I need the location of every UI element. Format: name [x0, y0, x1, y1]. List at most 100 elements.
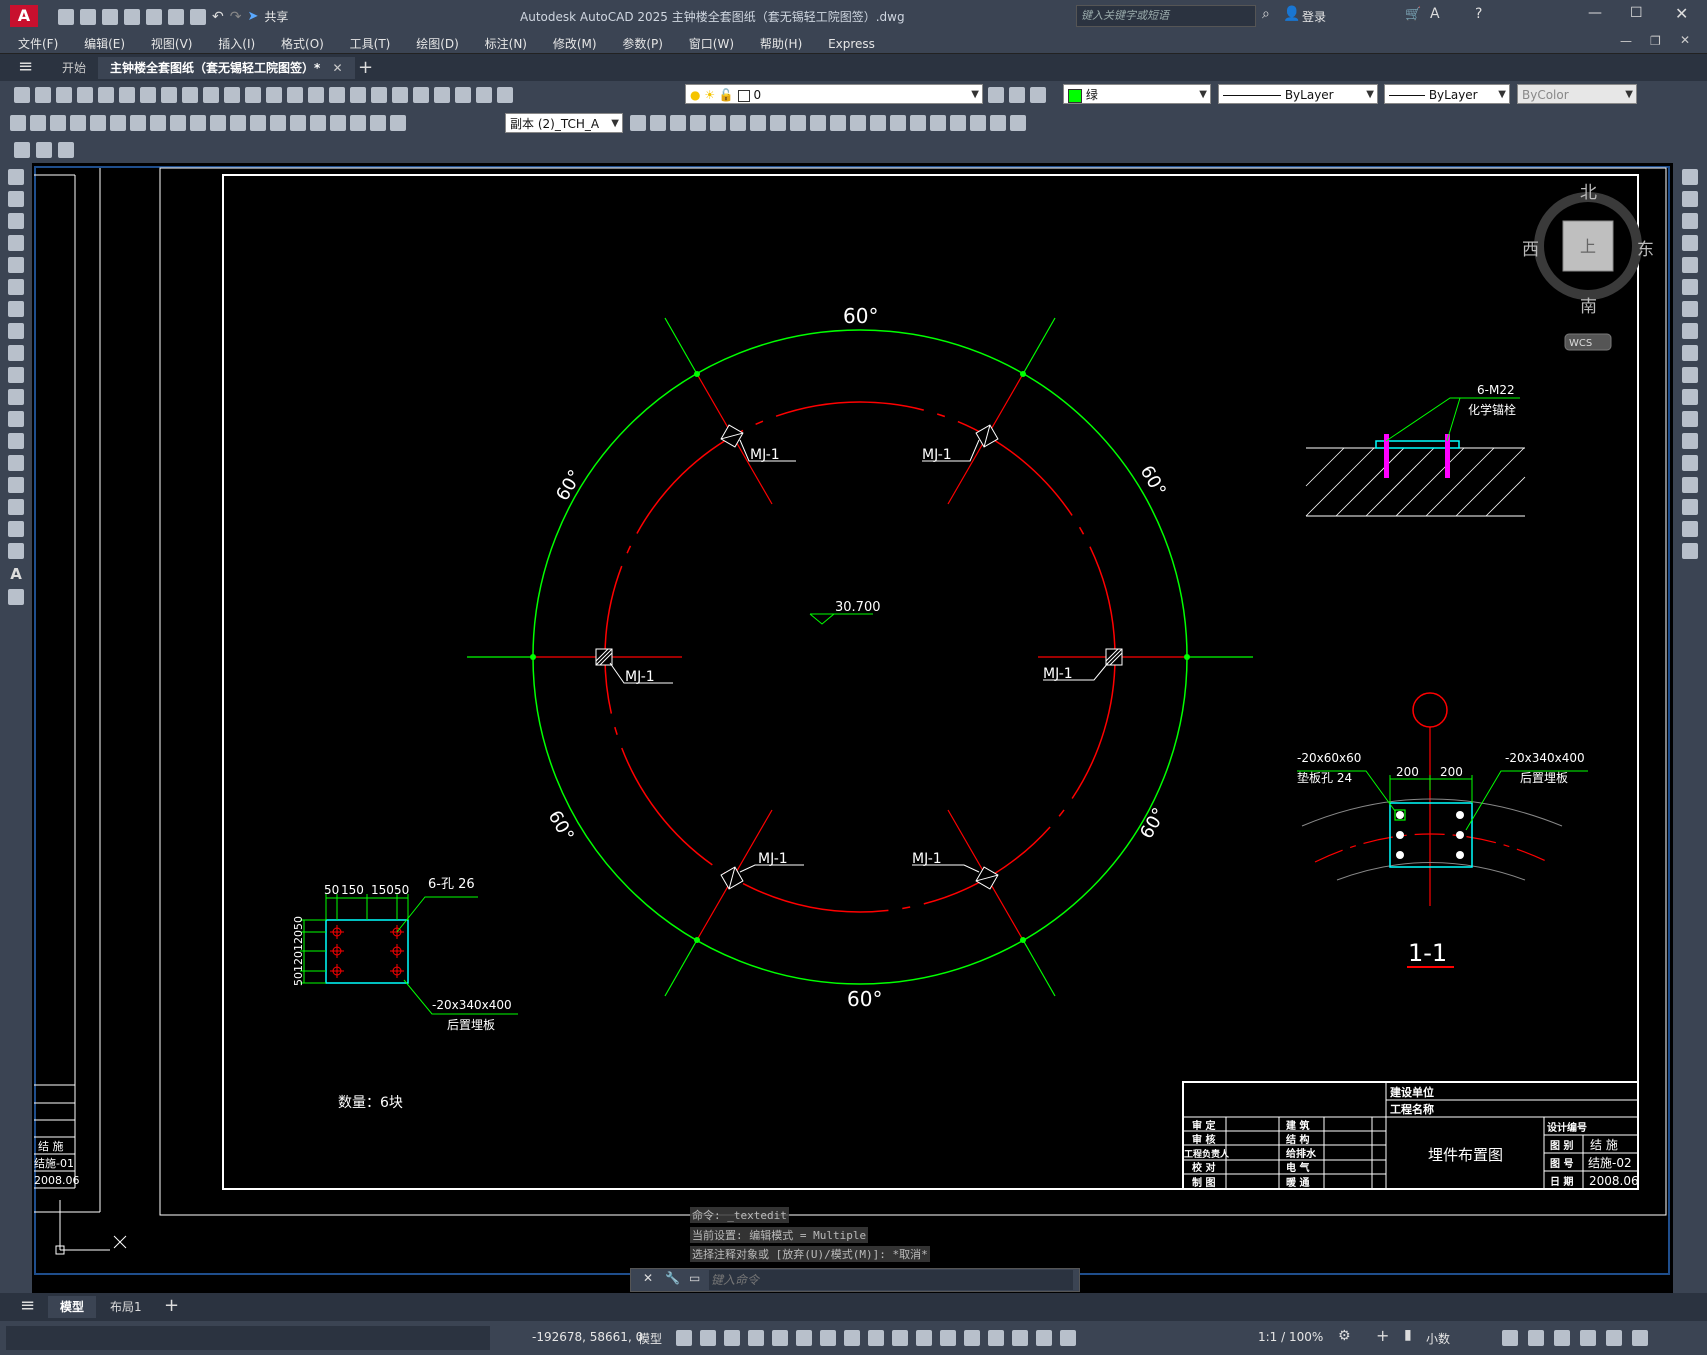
dim-radius-icon[interactable] [90, 115, 106, 131]
new-tab-icon[interactable]: + [358, 57, 373, 78]
infer-icon[interactable] [724, 1330, 740, 1346]
rectangle-icon[interactable] [8, 257, 24, 273]
plot-icon[interactable] [168, 8, 184, 25]
annotation-scale[interactable]: 1:1 / 100% [1258, 1330, 1323, 1344]
menu-express[interactable]: Express [828, 37, 875, 51]
share-button[interactable]: 共享 [264, 8, 288, 25]
tab-close-icon[interactable]: ✕ [332, 61, 342, 75]
doc-restore-icon[interactable]: ❐ [1650, 34, 1661, 48]
tolerance-icon[interactable] [270, 115, 286, 131]
zoom-icon[interactable] [308, 87, 324, 103]
drawing-canvas[interactable]: 结 施 结施-01 2008.06 MJ-1 MJ-1 MJ-1 MJ-1 MJ… [32, 163, 1673, 1300]
center-mark-icon[interactable] [290, 115, 306, 131]
isodraft-icon[interactable] [796, 1330, 812, 1346]
blend-icon[interactable] [1682, 521, 1698, 537]
ellipse-icon[interactable] [8, 367, 24, 383]
app-logo[interactable]: A [10, 5, 38, 27]
gear-icon[interactable]: ⚙ [1338, 1328, 1351, 1344]
modify-18-icon[interactable] [990, 115, 1006, 131]
osnap-icon[interactable] [844, 1330, 860, 1346]
modify-11-icon[interactable] [850, 115, 866, 131]
modify-5-icon[interactable] [730, 115, 746, 131]
tool-palette-icon[interactable] [413, 87, 429, 103]
save-as-icon[interactable] [124, 8, 140, 25]
modify-8-icon[interactable] [790, 115, 806, 131]
grid-icon[interactable] [676, 1330, 692, 1346]
cart-icon[interactable]: 🛒 [1405, 7, 1421, 22]
dim-edit-icon[interactable] [350, 115, 366, 131]
publish-icon[interactable] [146, 8, 162, 25]
dim-diameter-icon[interactable] [130, 115, 146, 131]
zoom-window-icon[interactable] [329, 87, 345, 103]
lock-ui-icon[interactable] [1528, 1330, 1544, 1346]
lineweight-combo[interactable]: ByLayer ▼ [1384, 84, 1510, 104]
lineweight-icon[interactable] [868, 1330, 884, 1346]
gradient-icon[interactable] [8, 499, 24, 515]
ortho-icon[interactable] [748, 1330, 764, 1346]
menu-format[interactable]: 格式(O) [281, 35, 324, 52]
selection-cycling-icon[interactable] [916, 1330, 932, 1346]
modify-10-icon[interactable] [830, 115, 846, 131]
graphics-perf-icon[interactable] [1580, 1330, 1596, 1346]
ellipse-arc-icon[interactable] [8, 389, 24, 405]
layer-state-icon[interactable] [1009, 87, 1025, 103]
region-icon[interactable] [8, 521, 24, 537]
model-space-button[interactable]: 模型 [638, 1330, 662, 1347]
misc-2-icon[interactable] [36, 142, 52, 158]
doc-close-icon[interactable]: ✕ [1680, 33, 1690, 47]
menu-insert[interactable]: 插入(I) [218, 35, 255, 52]
dim-aligned-icon[interactable] [30, 115, 46, 131]
copy-obj-icon[interactable] [1682, 191, 1698, 207]
hamburger-icon[interactable]: ≡ [18, 56, 33, 77]
modify-16-icon[interactable] [950, 115, 966, 131]
modify-3-icon[interactable] [690, 115, 706, 131]
table-icon[interactable] [8, 543, 24, 559]
mtext-icon[interactable]: A [8, 565, 24, 583]
inspect-icon[interactable] [310, 115, 326, 131]
misc-1-icon[interactable] [14, 142, 30, 158]
extend-icon[interactable] [1682, 389, 1698, 405]
isolate-icon[interactable] [1554, 1330, 1570, 1346]
modify-19-icon[interactable] [1010, 115, 1026, 131]
modify-2-icon[interactable] [670, 115, 686, 131]
command-wrench-icon[interactable]: 🔧 [665, 1271, 680, 1285]
qopen-icon[interactable] [35, 87, 51, 103]
scale-icon[interactable] [1682, 323, 1698, 339]
polyline-icon[interactable] [8, 213, 24, 229]
circle-icon[interactable] [8, 301, 24, 317]
dim-angular-icon[interactable] [150, 115, 166, 131]
redo-icon[interactable]: ↷ [230, 9, 242, 25]
hatch-icon[interactable] [8, 477, 24, 493]
3d-osnap-icon[interactable] [940, 1330, 956, 1346]
modify-13-icon[interactable] [890, 115, 906, 131]
maximize-icon[interactable]: ☐ [1630, 5, 1643, 21]
zoom-prev-icon[interactable] [350, 87, 366, 103]
minimize-icon[interactable]: — [1588, 5, 1602, 21]
menu-help[interactable]: 帮助(H) [760, 35, 802, 52]
dim-text-edit-icon[interactable] [370, 115, 386, 131]
join-icon[interactable] [1682, 455, 1698, 471]
viewcube-north[interactable]: 北 [1580, 183, 1597, 203]
login-button[interactable]: 登录 [1302, 8, 1326, 25]
qsave-icon[interactable] [56, 87, 72, 103]
pan-icon[interactable] [287, 87, 303, 103]
tab-drawing[interactable]: 主钟楼全套图纸（套无锡轻工院图签）* ✕ [98, 57, 355, 79]
cut-icon[interactable] [140, 87, 156, 103]
close-icon[interactable]: ✕ [1675, 4, 1688, 23]
modify-15-icon[interactable] [930, 115, 946, 131]
chamfer-icon[interactable] [1682, 477, 1698, 493]
auto-scale-icon[interactable] [1060, 1330, 1076, 1346]
modify-12-icon[interactable] [870, 115, 886, 131]
offset-icon[interactable] [1682, 235, 1698, 251]
textstyle-combo[interactable]: 副本 (2)_TCH_A ▼ [505, 113, 623, 133]
help-icon[interactable]: ? [1475, 6, 1482, 22]
modify-9-icon[interactable] [810, 115, 826, 131]
viewcube-west[interactable]: 西 [1522, 240, 1539, 260]
menu-modify[interactable]: 修改(M) [553, 35, 597, 52]
spline-icon[interactable] [8, 345, 24, 361]
modify-17-icon[interactable] [970, 115, 986, 131]
undo2-icon[interactable] [245, 87, 261, 103]
selection-filter-icon[interactable] [988, 1330, 1004, 1346]
sheet-set-icon[interactable] [434, 87, 450, 103]
share-icon[interactable]: ➤ [247, 9, 258, 24]
